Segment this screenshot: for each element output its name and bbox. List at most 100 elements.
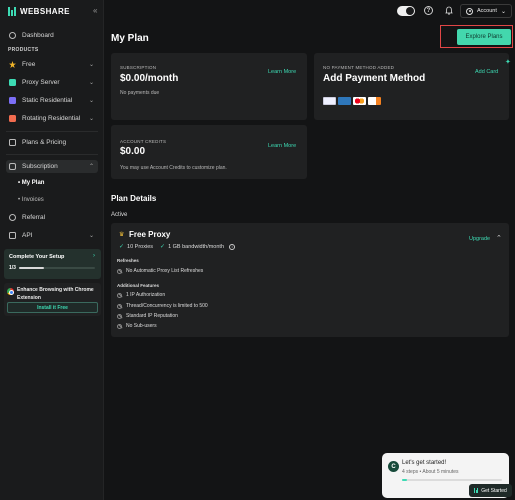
page-title: My Plan bbox=[111, 33, 149, 44]
setup-progress-fill bbox=[19, 267, 45, 269]
sidebar-item-label: Static Residential bbox=[22, 97, 73, 104]
sidebar-subitem-invoices[interactable]: • Invoices bbox=[18, 197, 44, 203]
sidebar-item-referral[interactable]: Referral bbox=[6, 211, 98, 224]
sidebar-item-label: API bbox=[22, 232, 33, 239]
disabled-icon bbox=[117, 323, 122, 329]
top-bar: ? Account ⌄ bbox=[105, 0, 515, 22]
sidebar-item-api[interactable]: API ⌄ bbox=[6, 229, 98, 242]
toast-progress-bar bbox=[402, 479, 502, 481]
explore-plans-button[interactable]: Explore Plans bbox=[457, 29, 511, 45]
subscription-note: No payments due bbox=[120, 90, 160, 96]
disabled-icon bbox=[117, 313, 122, 319]
check-icon: ✓ bbox=[160, 244, 166, 250]
brand-name: WEBSHARE bbox=[20, 7, 70, 16]
brand-logo[interactable]: WEBSHARE bbox=[8, 7, 70, 16]
list-item: Thread/Concurrency is limited to 500 bbox=[117, 303, 208, 309]
discover-icon bbox=[368, 97, 381, 105]
help-icon[interactable]: ? bbox=[424, 6, 433, 15]
disabled-icon bbox=[117, 292, 122, 298]
proxies-count: 10 Proxies bbox=[127, 243, 154, 250]
install-extension-button[interactable]: Install it Free bbox=[7, 302, 98, 313]
sidebar-item-static-residential[interactable]: Static Residential ⌄ bbox=[6, 94, 98, 107]
subscription-icon bbox=[9, 163, 16, 170]
sidebar-item-plans-pricing[interactable]: Plans & Pricing bbox=[6, 136, 98, 149]
refreshes-label: Refreshes bbox=[117, 258, 139, 263]
collapse-sidebar-icon[interactable]: « bbox=[93, 6, 97, 15]
subscription-learn-more-link[interactable]: Learn More bbox=[268, 69, 296, 75]
sidebar-item-rotating-residential[interactable]: Rotating Residential ⌄ bbox=[6, 112, 98, 125]
chevron-up-icon[interactable]: ⌃ bbox=[496, 234, 502, 242]
chevron-up-icon: ⌃ bbox=[88, 164, 94, 170]
logo-icon bbox=[474, 488, 479, 493]
sidebar-item-free[interactable]: Free ⌄ bbox=[6, 58, 98, 71]
sidebar-item-label: Dashboard bbox=[22, 32, 54, 39]
bell-icon[interactable] bbox=[445, 6, 453, 15]
complete-setup-card[interactable]: Complete Your Setup › 1/3 bbox=[4, 249, 101, 279]
credits-learn-more-link[interactable]: Learn More bbox=[268, 143, 296, 149]
chevron-down-icon: ⌄ bbox=[88, 62, 94, 68]
sidebar-item-label: Plans & Pricing bbox=[22, 139, 67, 146]
subscription-label: SUBSCRIPTION bbox=[120, 65, 157, 70]
setup-title: Complete Your Setup bbox=[9, 254, 65, 260]
chevron-down-icon: ⌄ bbox=[88, 116, 94, 122]
chevron-right-icon: › bbox=[93, 253, 95, 259]
dashboard-icon bbox=[9, 32, 16, 39]
credits-amount: $0.00 bbox=[120, 146, 146, 157]
list-item: No Automatic Proxy List Refreshes bbox=[117, 268, 203, 274]
disabled-icon bbox=[117, 268, 122, 274]
credits-label: ACCOUNT CREDITS bbox=[120, 139, 167, 144]
sidebar-item-subscription[interactable]: Subscription ⌃ bbox=[6, 160, 98, 173]
active-label: Active bbox=[111, 212, 128, 218]
get-started-button[interactable]: Get Started bbox=[469, 484, 512, 497]
list-item: 1 IP Authorization bbox=[117, 292, 165, 298]
sidebar-item-label: Free bbox=[22, 61, 36, 68]
theme-toggle[interactable] bbox=[397, 6, 415, 16]
amex-icon bbox=[338, 97, 351, 105]
subscription-amount: $0.00/month bbox=[120, 73, 179, 84]
sidebar-divider bbox=[6, 131, 98, 132]
chrome-extension-text: Enhance Browsing with Chrome Extension bbox=[17, 287, 94, 301]
chevron-down-icon: ⌄ bbox=[88, 98, 94, 104]
add-card-link[interactable]: Add Card bbox=[475, 69, 498, 75]
products-section-label: PRODUCTS bbox=[8, 47, 39, 53]
info-icon[interactable]: i bbox=[229, 243, 236, 250]
mastercard-icon bbox=[353, 97, 366, 105]
rotate-icon bbox=[9, 115, 16, 122]
user-avatar-icon bbox=[466, 7, 473, 15]
plan-card: ♛ Free Proxy Upgrade ⌃ ✓ 10 Proxies ✓ 1 … bbox=[111, 223, 509, 337]
shield-icon bbox=[9, 97, 16, 104]
account-menu-button[interactable]: Account ⌄ bbox=[460, 4, 512, 18]
payment-method-card: NO PAYMENT METHOD ADDED Add Payment Meth… bbox=[314, 53, 509, 120]
list-item: No Sub-users bbox=[117, 323, 157, 329]
account-credits-card: ACCOUNT CREDITS $0.00 You may use Accoun… bbox=[111, 125, 307, 179]
code-icon bbox=[9, 232, 16, 239]
bandwidth-limit: 1 GB bandwidth/month bbox=[168, 243, 225, 250]
credits-note: You may use Account Credits to customize… bbox=[120, 165, 227, 171]
sidebar-item-label: Referral bbox=[22, 214, 46, 221]
list-icon bbox=[9, 139, 16, 146]
sidebar-item-dashboard[interactable]: Dashboard bbox=[6, 29, 98, 42]
list-item: Standard IP Reputation bbox=[117, 313, 178, 319]
star-icon bbox=[9, 61, 16, 68]
sparkle-icon: ✦ bbox=[505, 59, 511, 66]
visa-icon bbox=[323, 97, 336, 105]
setup-count: 1/3 bbox=[9, 265, 16, 271]
share-icon bbox=[9, 214, 16, 221]
additional-features-label: Additional Features bbox=[117, 283, 160, 288]
sidebar-subitem-my-plan[interactable]: • My Plan bbox=[18, 180, 44, 186]
chrome-extension-card: Enhance Browsing with Chrome Extension I… bbox=[4, 283, 101, 316]
sidebar-item-label: Rotating Residential bbox=[22, 115, 81, 122]
server-icon bbox=[9, 79, 16, 86]
plan-details-title: Plan Details bbox=[111, 194, 157, 203]
payment-label: NO PAYMENT METHOD ADDED bbox=[323, 65, 395, 70]
upgrade-link[interactable]: Upgrade bbox=[469, 236, 490, 242]
plan-name: Free Proxy bbox=[129, 230, 171, 239]
setup-progress-bar bbox=[19, 267, 95, 269]
check-icon: ✓ bbox=[119, 244, 125, 250]
plan-summary: ✓ 10 Proxies ✓ 1 GB bandwidth/month i bbox=[119, 243, 236, 250]
payment-title: Add Payment Method bbox=[323, 73, 426, 84]
toast-title: Let's get started! bbox=[402, 460, 447, 466]
disabled-icon bbox=[117, 303, 122, 309]
crown-icon: ♛ bbox=[119, 232, 125, 238]
sidebar-item-proxy-server[interactable]: Proxy Server ⌄ bbox=[6, 76, 98, 89]
